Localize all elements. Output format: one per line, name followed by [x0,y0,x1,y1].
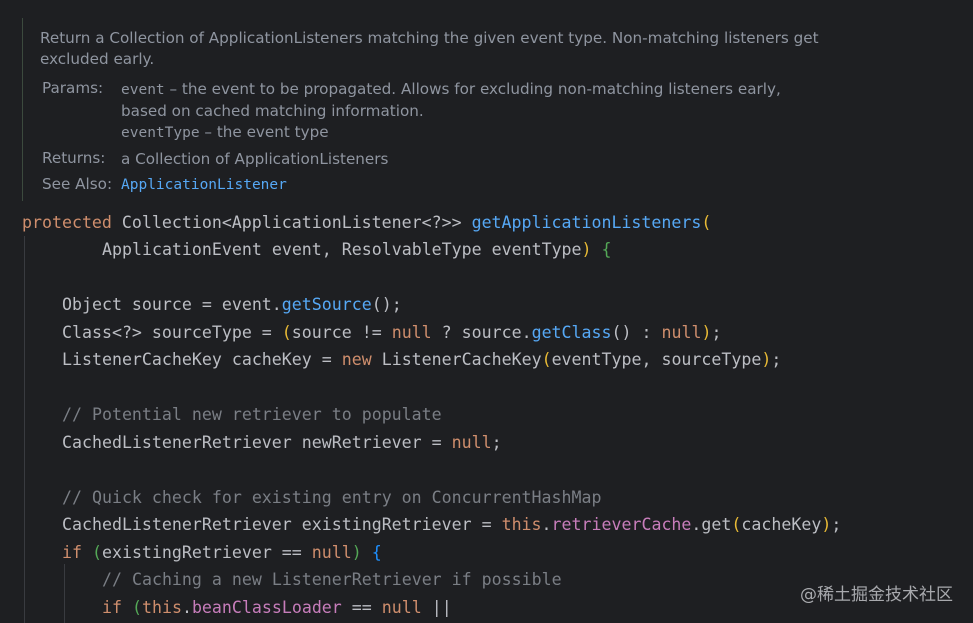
code-line-cache-key: ListenerCacheKey cacheKey = new Listener… [62,350,782,369]
code-line-existing-retriever: CachedListenerRetriever existingRetrieve… [62,515,842,534]
code-comment: // Quick check for existing entry on Con… [62,488,602,507]
code-line-method-signature: protected Collection<ApplicationListener… [22,213,712,232]
indent-guide [64,564,65,623]
code-comment: // Caching a new ListenerRetriever if po… [102,570,562,589]
code-line-source-type: Class<?> sourceType = (source != null ? … [62,323,722,342]
indent-guide [24,236,25,623]
code-line-new-retriever: CachedListenerRetriever newRetriever = n… [62,433,502,452]
code-line-if-classloader: if (this.beanClassLoader == null || [102,598,452,617]
code-line-source: Object source = event.getSource(); [62,295,402,314]
code-line-method-params: ApplicationEvent event, ResolvableType e… [102,240,612,259]
code-line-if-existing: if (existingRetriever == null) { [62,543,382,562]
method-name: getApplicationListeners [471,213,702,232]
code-editor[interactable]: protected Collection<ApplicationListener… [0,0,973,623]
watermark-text: @稀土掘金技术社区 [800,585,953,605]
code-comment: // Potential new retriever to populate [62,405,442,424]
